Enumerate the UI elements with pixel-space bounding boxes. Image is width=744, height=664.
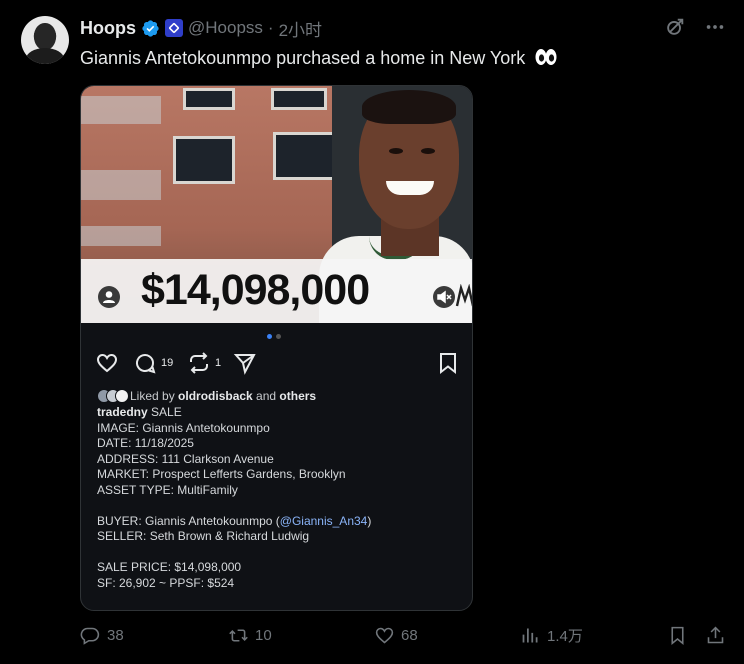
carousel-dot[interactable]	[276, 334, 281, 339]
caption-seller: SELLER: Seth Brown & Richard Ludwig	[97, 529, 310, 543]
instagram-action-bar: 19 1	[95, 351, 460, 377]
tweet-text-content: Giannis Antetokounmpo purchased a home i…	[80, 48, 526, 68]
retweet-count: 10	[255, 627, 272, 644]
views-icon	[522, 628, 538, 643]
share-icon	[707, 626, 724, 644]
grok-icon[interactable]	[664, 16, 686, 38]
share-button[interactable]	[705, 625, 726, 646]
post-image[interactable]: $14,098,000	[81, 86, 472, 323]
tweet-header: Hoops @Hoopss · 2小时	[80, 16, 322, 40]
ig-comment-count: 19	[161, 357, 174, 369]
caption-user[interactable]: tradedny	[97, 405, 148, 419]
caption-date: DATE: 11/18/2025	[97, 436, 194, 450]
price-overlay: $14,098,000	[141, 266, 370, 314]
caption-first-line: SALE	[147, 405, 182, 419]
tweet: Hoops @Hoopss · 2小时 Giannis Antetokounmp…	[0, 0, 744, 664]
ig-repost-count: 1	[215, 357, 222, 369]
author-handle[interactable]: @Hoopss	[188, 18, 263, 38]
heart-outline-icon	[96, 353, 118, 373]
mute-icon[interactable]	[433, 286, 455, 308]
caption-market: MARKET: Prospect Lefferts Gardens, Brook…	[97, 467, 346, 481]
caption-buyer-mention[interactable]: @Giannis_An34	[280, 514, 368, 528]
tweet-action-bar: 38 10 68 1.4万	[80, 625, 730, 651]
carousel-dot[interactable]	[267, 334, 272, 339]
caption-sale-price: SALE PRICE: $14,098,000	[97, 560, 242, 574]
send-icon	[233, 354, 256, 375]
like-count: 68	[401, 627, 418, 644]
liked-by[interactable]: Liked by oldrodisback and others	[97, 389, 316, 403]
caption-sf: SF: 26,902 ~ PPSF: $524	[97, 575, 235, 590]
author-avatar[interactable]	[21, 16, 69, 64]
bookmark-icon	[671, 626, 684, 646]
views-count: 1.4万	[547, 628, 583, 645]
liked-user[interactable]: oldrodisback	[178, 389, 253, 403]
liked-others[interactable]: others	[279, 389, 316, 403]
comment-icon	[136, 354, 156, 374]
reply-icon	[80, 627, 100, 645]
liked-prefix: Liked by	[130, 389, 179, 403]
bookmark-button[interactable]	[667, 625, 688, 646]
like-icon	[375, 627, 394, 644]
ig-repost-button[interactable]: 1	[187, 351, 221, 375]
caption-asset: ASSET TYPE: MultiFamily	[97, 482, 238, 497]
caption-buyer-prefix: BUYER: Giannis Antetokounmpo (	[97, 513, 280, 528]
like-button[interactable]: 68	[374, 625, 418, 646]
caption-image: IMAGE: Giannis Antetokounmpo	[97, 420, 270, 435]
views-button[interactable]: 1.4万	[520, 625, 583, 646]
instagram-caption: tradedny SALE IMAGE: Giannis Antetokounm…	[97, 405, 371, 591]
ig-save-button[interactable]	[436, 351, 460, 375]
tweet-top-actions	[664, 16, 726, 38]
eyes-emoji	[535, 49, 557, 65]
liked-mid: and	[252, 389, 280, 403]
affiliate-badge-icon[interactable]	[165, 19, 183, 37]
reply-count: 38	[107, 627, 124, 644]
retweet-button[interactable]: 10	[228, 625, 272, 646]
carousel-indicator[interactable]	[267, 334, 281, 339]
instagram-embed-card[interactable]: $14,098,000 19 1 Liked by oldrodisback a…	[80, 85, 473, 611]
caption-address: ADDRESS: 111 Clarkson Avenue	[97, 451, 274, 466]
bookmark-icon	[440, 353, 456, 375]
ig-comment-button[interactable]: 19	[133, 351, 173, 375]
reply-button[interactable]: 38	[80, 625, 124, 646]
separator: ·	[267, 18, 274, 37]
tweet-text: Giannis Antetokounmpo purchased a home i…	[80, 47, 558, 69]
post-time[interactable]: 2小时	[279, 16, 322, 41]
retweet-icon	[229, 629, 248, 642]
author-name[interactable]: Hoops	[80, 18, 136, 39]
repost-icon	[190, 352, 208, 374]
watermark-logo	[455, 284, 472, 307]
tagged-user-icon[interactable]	[98, 286, 120, 308]
liker-avatars	[97, 389, 129, 403]
verified-badge-icon	[142, 19, 159, 37]
more-icon[interactable]	[704, 16, 726, 38]
caption-buyer-suffix: )	[367, 513, 372, 528]
ig-like-button[interactable]	[95, 351, 119, 375]
ig-share-button[interactable]	[233, 351, 257, 375]
